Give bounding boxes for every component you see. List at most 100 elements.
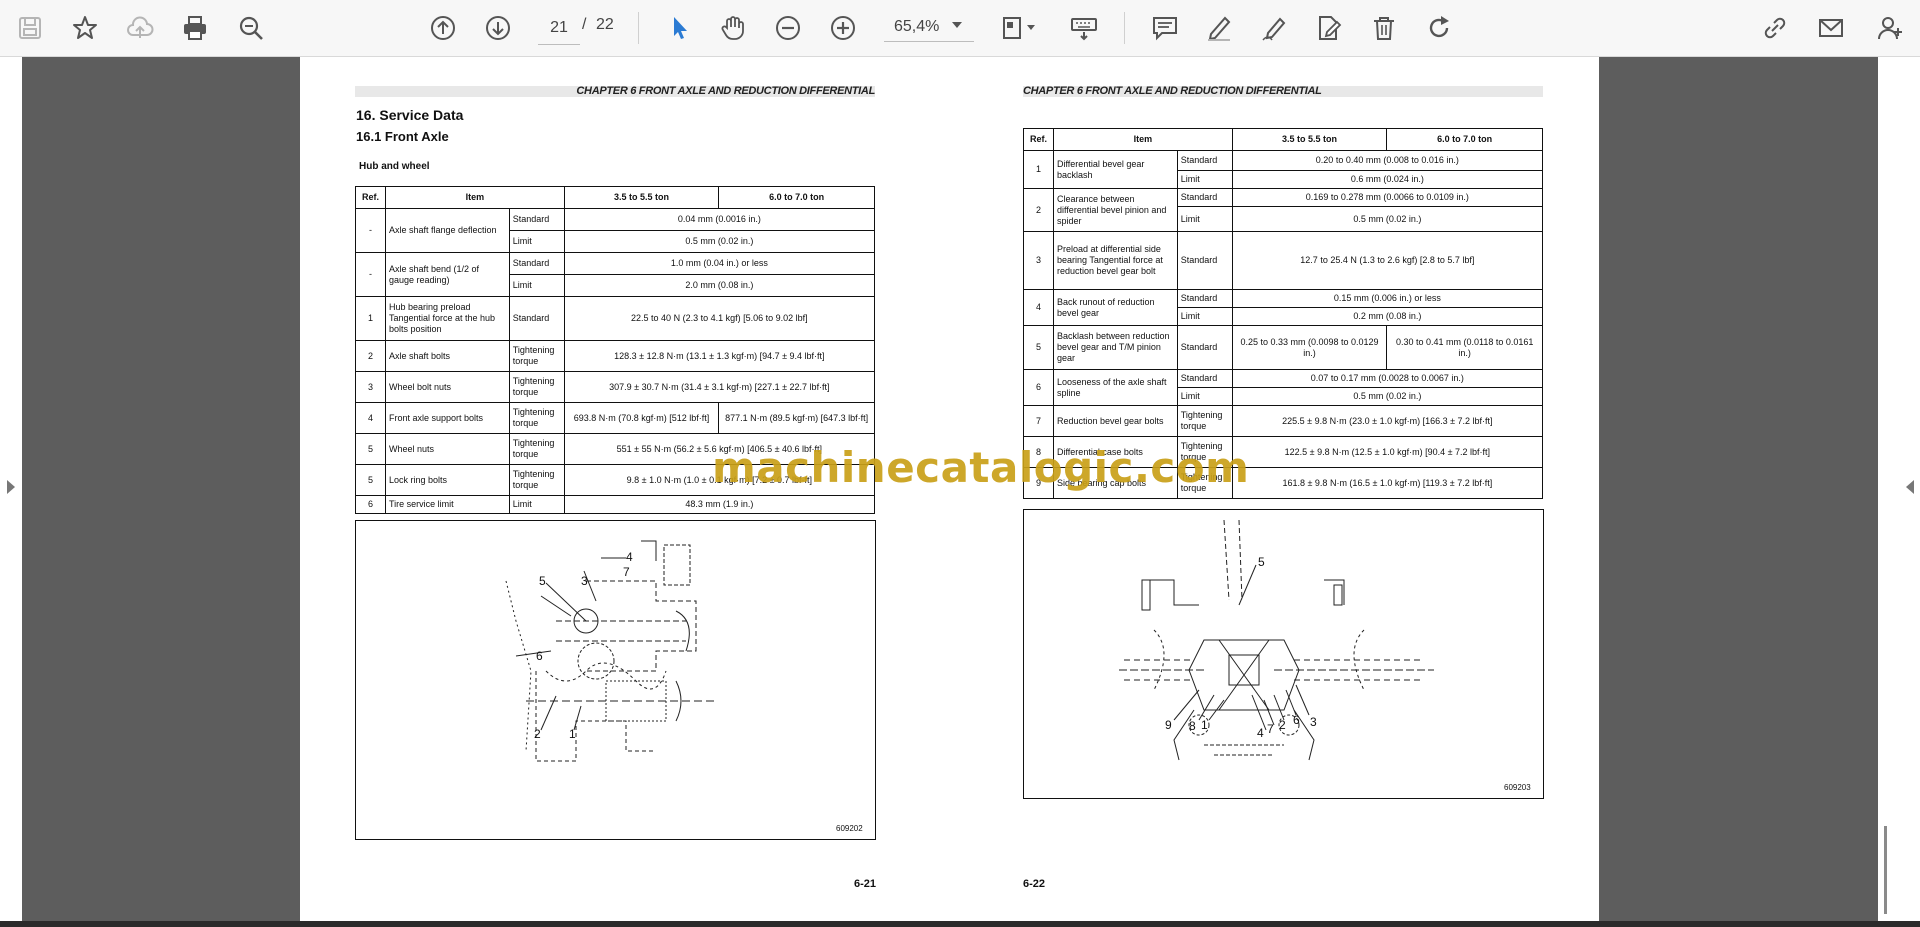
link-icon[interactable] xyxy=(1755,8,1795,48)
figure-number: 609202 xyxy=(836,824,863,833)
differential-figure: 5 9 8 1 4 7 2 6 3 609203 xyxy=(1023,509,1544,799)
header-col-a: 3.5 to 5.5 ton xyxy=(1231,128,1388,151)
table-row: 6 Looseness of the axle shaft spline Sta… xyxy=(1023,369,1544,406)
keyboard-icon[interactable] xyxy=(1064,8,1104,48)
header-ref: Ref. xyxy=(1023,128,1054,151)
cell-ref: 2 xyxy=(1023,188,1054,232)
taskbar-strip xyxy=(0,921,1920,927)
cell-sub: Limit xyxy=(1176,307,1233,326)
header-col-a: 3.5 to 5.5 ton xyxy=(563,186,720,209)
email-icon[interactable] xyxy=(1811,8,1851,48)
subsection-title: 16.1 Front Axle xyxy=(356,129,449,144)
callout-5: 5 xyxy=(1258,555,1265,569)
cell-item: Hub bearing preload Tangential force at … xyxy=(384,296,510,341)
cell-value: 307.9 ± 30.7 N·m (31.4 ± 3.1 kgf·m) [227… xyxy=(563,371,876,403)
page-down-icon[interactable] xyxy=(478,8,518,48)
redo-icon[interactable] xyxy=(1419,8,1459,48)
callout-6: 6 xyxy=(536,649,543,663)
cell-ref: 6 xyxy=(1023,369,1054,406)
table-row: 3 Preload at differential side bearing T… xyxy=(1023,231,1544,290)
cell-sub: Standard xyxy=(1176,369,1233,388)
differential-drawing: 5 9 8 1 4 7 2 6 3 xyxy=(1119,519,1434,761)
cell-ref: 5 xyxy=(355,433,386,465)
cell-sub: Tightening torque xyxy=(508,402,565,434)
cell-sub: Standard xyxy=(508,252,565,275)
cell-value-a: 693.8 N·m (70.8 kgf·m) [512 lbf·ft] xyxy=(563,402,720,434)
sign-pen-icon[interactable] xyxy=(1254,8,1294,48)
cell-value: 0.6 mm (0.024 in.) xyxy=(1231,170,1544,189)
cell-ref: 1 xyxy=(1023,150,1054,189)
callout-3: 3 xyxy=(581,574,588,588)
cell-ref: 5 xyxy=(355,464,386,496)
cell-sub: Standard xyxy=(1176,150,1233,171)
header-item: Item xyxy=(1052,128,1233,151)
page-up-icon[interactable] xyxy=(423,8,463,48)
table-row: 4 Front axle support bolts Tightening to… xyxy=(355,402,875,434)
expand-right-panel-icon[interactable] xyxy=(1906,480,1914,494)
chevron-down-icon[interactable] xyxy=(952,22,962,28)
cell-sub: Limit xyxy=(508,274,565,297)
cell-sub: Limit xyxy=(1176,387,1233,406)
cell-value: 1.0 mm (0.04 in.) or less xyxy=(563,252,876,275)
callout-1: 1 xyxy=(569,727,576,741)
cell-ref: 7 xyxy=(1023,405,1054,437)
callout-7: 7 xyxy=(1267,722,1274,736)
cell-item: Axle shaft bend (1/2 of gauge reading) xyxy=(384,252,510,297)
expand-left-panel-icon[interactable] xyxy=(7,480,15,494)
cell-sub: Limit xyxy=(508,230,565,253)
zoom-level-value: 65,4% xyxy=(894,18,940,35)
print-icon[interactable] xyxy=(175,8,215,48)
cell-item: Lock ring bolts xyxy=(384,464,510,496)
cell-item: Clearance between differential bevel pin… xyxy=(1052,188,1178,232)
delete-icon[interactable] xyxy=(1364,8,1404,48)
table-row: 3 Wheel bolt nuts Tightening torque 307.… xyxy=(355,371,876,403)
zoom-in-icon[interactable] xyxy=(823,8,863,48)
callout-3: 3 xyxy=(1310,715,1317,729)
cell-item: Backlash between reduction bevel gear an… xyxy=(1052,325,1178,370)
cell-ref: 6 xyxy=(355,495,386,514)
cell-value: 0.20 to 0.40 mm (0.008 to 0.016 in.) xyxy=(1231,150,1544,171)
callout-2: 2 xyxy=(534,727,541,741)
cell-item: Front axle support bolts xyxy=(384,402,510,434)
toolbar: / 22 65,4% xyxy=(0,0,1920,57)
page-number-input[interactable] xyxy=(538,12,580,45)
save-icon[interactable] xyxy=(10,8,50,48)
cell-sub: Standard xyxy=(1176,231,1233,290)
vertical-scrollbar[interactable] xyxy=(1884,826,1887,914)
cell-sub: Limit xyxy=(1176,206,1233,232)
cell-value: 0.07 to 0.17 mm (0.0028 to 0.0067 in.) xyxy=(1231,369,1544,388)
highlight-pen-icon[interactable] xyxy=(1199,8,1239,48)
cell-ref: 2 xyxy=(355,340,386,372)
watermark: machinecatalogic.com xyxy=(712,443,1250,492)
cell-value: 0.5 mm (0.02 in.) xyxy=(563,230,876,253)
cloud-upload-icon[interactable] xyxy=(120,8,160,48)
edit-document-icon[interactable] xyxy=(1309,8,1349,48)
header-ref: Ref. xyxy=(355,186,386,209)
hand-pan-icon[interactable] xyxy=(713,8,753,48)
cell-value: 0.5 mm (0.02 in.) xyxy=(1231,387,1544,406)
header-col-b: 6.0 to 7.0 ton xyxy=(718,186,875,209)
cell-value: 122.5 ± 9.8 N·m (12.5 ± 1.0 kgf·m) [90.4… xyxy=(1231,436,1544,468)
cell-sub: Tightening torque xyxy=(1176,405,1233,437)
cell-ref: 3 xyxy=(1023,231,1054,290)
callout-5: 5 xyxy=(539,574,546,588)
cell-item: Wheel bolt nuts xyxy=(384,371,510,403)
zoom-search-icon[interactable] xyxy=(231,8,271,48)
chapter-header: CHAPTER 6 FRONT AXLE AND REDUCTION DIFFE… xyxy=(1023,86,1543,97)
bookmark-star-icon[interactable] xyxy=(65,8,105,48)
add-user-icon[interactable] xyxy=(1870,8,1910,48)
table-row: 7 Reduction bevel gear bolts Tightening … xyxy=(1023,405,1544,437)
hub-wheel-figure: 4 7 5 3 6 2 1 609202 xyxy=(355,520,876,840)
select-cursor-icon[interactable] xyxy=(659,8,699,48)
cell-value: 48.3 mm (1.9 in.) xyxy=(563,495,876,514)
cell-ref: - xyxy=(355,208,386,253)
cell-value: 0.15 mm (0.006 in.) or less xyxy=(1231,289,1544,308)
cell-value: 225.5 ± 9.8 N·m (23.0 ± 1.0 kgf·m) [166.… xyxy=(1231,405,1544,437)
section-title: 16. Service Data xyxy=(356,107,464,123)
zoom-out-icon[interactable] xyxy=(768,8,808,48)
cell-value: 0.04 mm (0.0016 in.) xyxy=(563,208,876,231)
chapter-header: CHAPTER 6 FRONT AXLE AND REDUCTION DIFFE… xyxy=(355,86,875,97)
table-row: 5 Backlash between reduction bevel gear … xyxy=(1023,325,1543,370)
comment-icon[interactable] xyxy=(1145,8,1185,48)
fit-page-icon[interactable] xyxy=(994,8,1044,48)
